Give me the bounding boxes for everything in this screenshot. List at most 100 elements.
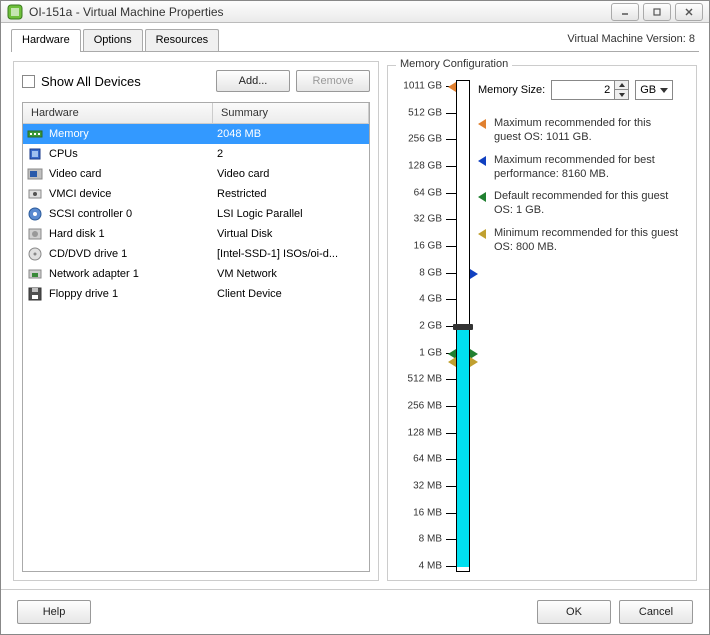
show-all-label: Show All Devices [41,74,141,89]
memory-slider[interactable] [456,80,470,572]
table-row[interactable]: SCSI controller 0LSI Logic Parallel [23,204,369,224]
memory-legend: Memory Configuration [396,58,512,70]
hw-icon [27,266,43,282]
hw-summary: [Intel-SSD-1] ISOs/oi-d... [217,248,365,260]
slider-handle[interactable] [453,324,473,330]
scale-label: 1 GB [419,347,442,358]
unit-label: GB [640,84,656,96]
app-icon [7,4,23,20]
hardware-table: Hardware Summary Memory2048 MBCPUs2Video… [22,102,370,572]
hw-name: VMCI device [49,188,217,200]
remove-button[interactable]: Remove [296,70,370,92]
help-button[interactable]: Help [17,600,91,624]
marker-icon [448,357,456,367]
hw-summary: VM Network [217,268,365,280]
checkbox-icon [22,75,35,88]
hw-name: Network adapter 1 [49,268,217,280]
scale-label: 2 GB [419,321,442,332]
hw-summary: Client Device [217,288,365,300]
scale-label: 8 MB [419,534,442,545]
table-row[interactable]: CPUs2 [23,144,369,164]
hardware-panel: Show All Devices Add... Remove Hardware … [13,61,379,581]
table-row[interactable]: Floppy drive 1Client Device [23,284,369,304]
hw-icon [27,126,43,142]
hw-icon [27,286,43,302]
spinner-up[interactable] [614,81,628,90]
hw-summary: 2048 MB [217,128,365,140]
cancel-button[interactable]: Cancel [619,600,693,624]
scale-label: 16 GB [414,241,442,252]
minimize-button[interactable] [611,3,639,21]
table-row[interactable]: Hard disk 1Virtual Disk [23,224,369,244]
tab-resources[interactable]: Resources [145,29,220,51]
memory-size-input[interactable] [552,84,614,96]
ok-button[interactable]: OK [537,600,611,624]
button-bar: Help OK Cancel [1,589,709,634]
table-row[interactable]: Video cardVideo card [23,164,369,184]
hw-name: CD/DVD drive 1 [49,248,217,260]
memory-panel: Memory Configuration 1011 GB512 GB256 GB… [387,61,697,581]
hw-name: CPUs [49,148,217,160]
table-row[interactable]: VMCI deviceRestricted [23,184,369,204]
chevron-down-icon [660,88,668,93]
scale-label: 128 GB [408,161,442,172]
tab-options[interactable]: Options [83,29,143,51]
scale-label: 256 MB [408,401,442,412]
table-row[interactable]: Memory2048 MB [23,124,369,144]
hw-icon [27,206,43,222]
show-all-devices-checkbox[interactable]: Show All Devices [22,74,141,89]
hw-summary: Restricted [217,188,365,200]
scale-label: 512 MB [408,374,442,385]
vm-version-label: Virtual Machine Version: 8 [567,29,699,51]
scale-label: 4 GB [419,294,442,305]
scale-label: 32 MB [413,481,442,492]
hw-name: Hard disk 1 [49,228,217,240]
col-summary[interactable]: Summary [213,103,369,123]
scale-label: 1011 GB [403,81,442,92]
rec-default: Default recommended for this guest OS: 1… [478,189,680,218]
add-button[interactable]: Add... [216,70,290,92]
table-row[interactable]: Network adapter 1VM Network [23,264,369,284]
table-row[interactable]: CD/DVD drive 1[Intel-SSD-1] ISOs/oi-d... [23,244,369,264]
memory-size-spinner[interactable] [551,80,629,100]
tab-hardware[interactable]: Hardware [11,29,81,52]
maximize-button[interactable] [643,3,671,21]
tab-strip: Hardware Options Resources Virtual Machi… [1,23,709,51]
marker-icon [470,269,478,279]
window-title: OI-151a - Virtual Machine Properties [29,5,611,19]
close-button[interactable] [675,3,703,21]
hw-summary: 2 [217,148,365,160]
hw-icon [27,186,43,202]
hw-icon [27,246,43,262]
scale-label: 8 GB [419,267,442,278]
hw-summary: LSI Logic Parallel [217,208,365,220]
memory-scale: 1011 GB512 GB256 GB128 GB64 GB32 GB16 GB… [396,80,456,572]
scale-label: 32 GB [414,214,442,225]
spinner-down[interactable] [614,90,628,99]
rec-max-guest: Maximum recommended for this guest OS: 1… [478,116,680,145]
rec-max-perf: Maximum recommended for best performance… [478,153,680,182]
memory-size-label: Memory Size: [478,84,545,96]
hardware-table-header: Hardware Summary [23,103,369,124]
hw-summary: Video card [217,168,365,180]
scale-label: 64 MB [413,454,442,465]
rec-min: Minimum recommended for this guest OS: 8… [478,226,680,255]
hw-icon [27,166,43,182]
memory-unit-select[interactable]: GB [635,80,673,100]
hw-name: Video card [49,168,217,180]
marker-icon [448,82,456,92]
col-hardware[interactable]: Hardware [23,103,213,123]
hw-icon [27,226,43,242]
scale-label: 256 GB [408,134,442,145]
hw-name: Floppy drive 1 [49,288,217,300]
scale-label: 128 MB [408,427,442,438]
marker-icon [470,357,478,367]
scale-label: 16 MB [413,507,442,518]
title-bar: OI-151a - Virtual Machine Properties [1,1,709,23]
scale-label: 64 GB [414,187,442,198]
hw-icon [27,146,43,162]
scale-label: 4 MB [419,561,442,572]
hw-name: SCSI controller 0 [49,208,217,220]
hw-name: Memory [49,128,217,140]
hw-summary: Virtual Disk [217,228,365,240]
